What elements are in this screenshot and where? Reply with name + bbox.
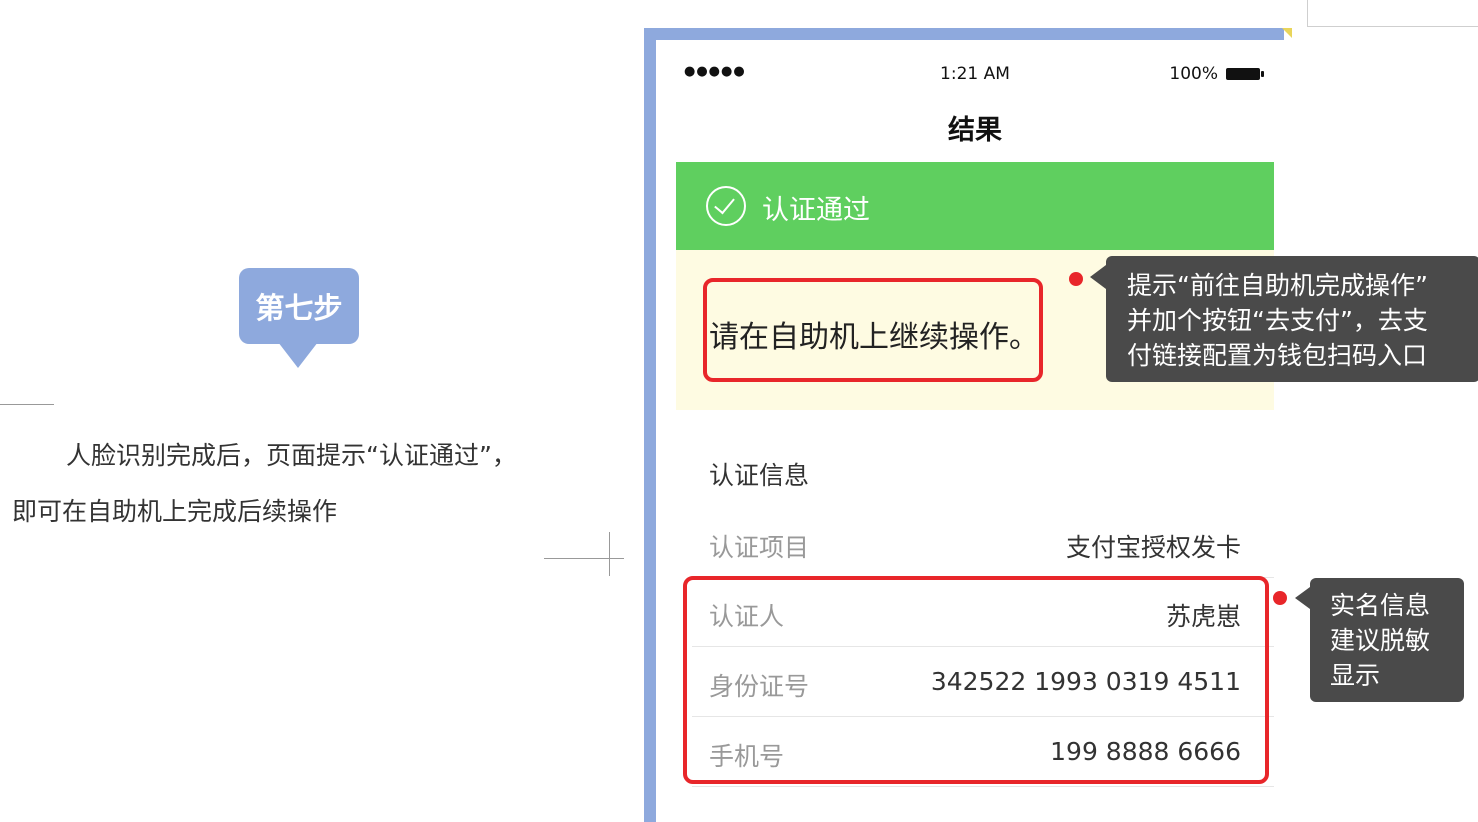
callout-text-line: 实名信息 <box>1330 591 1431 620</box>
highlight-box-notice <box>703 278 1043 382</box>
success-banner: 认证通过 <box>676 162 1274 250</box>
margin-rule <box>0 404 54 405</box>
step-badge: 第七步 <box>239 268 359 344</box>
callout-text-line: 并加个按钮“去支付”，去支 <box>1127 306 1428 335</box>
callout-text-line: 提示“前往自助机完成操作” <box>1127 271 1428 300</box>
comment-marker-identity[interactable] <box>1273 591 1287 605</box>
crop-mark-horizontal <box>544 558 624 559</box>
check-circle-icon <box>706 186 746 226</box>
status-bar: ●●●●● 1:21 AM 100% <box>676 62 1274 90</box>
row-divider <box>692 786 1274 787</box>
battery-icon <box>1226 68 1264 80</box>
page-title: 结果 <box>948 115 1002 146</box>
comment-marker-notice[interactable] <box>1069 272 1083 286</box>
info-row-auth-item: 认证项目 支付宝授权发卡 <box>676 508 1274 578</box>
callout-text-line: 显示 <box>1330 661 1381 690</box>
phone-frame-top <box>644 28 1284 40</box>
callout-text-line: 建议脱敏 <box>1330 626 1431 655</box>
callout-pointer-notice <box>1090 265 1106 289</box>
callout-identity-comment: 实名信息 建议脱敏 显示 <box>1310 578 1464 702</box>
row-value: 支付宝授权发卡 <box>1065 533 1241 562</box>
callout-notice-comment: 提示“前往自助机完成操作” 并加个按钮“去支付”，去支 付链接配置为钱包扫码入口 <box>1106 256 1478 382</box>
battery-percent: 100% <box>1169 64 1218 84</box>
section-title: 认证信息 <box>709 461 810 490</box>
callout-pointer-identity <box>1295 587 1310 609</box>
highlight-box-identity <box>683 576 1269 784</box>
success-text: 认证通过 <box>762 195 870 226</box>
phone-frame-corner <box>1282 28 1292 38</box>
description-line-2: 即可在自助机上完成后续操作 <box>12 497 338 526</box>
crop-mark-vertical <box>609 532 610 576</box>
step-badge-pointer <box>278 342 318 368</box>
description-line-1: 人脸识别完成后，页面提示“认证通过”， <box>66 441 517 470</box>
phone-frame-left <box>644 28 656 822</box>
row-label: 认证项目 <box>709 533 810 562</box>
callout-text-line: 付链接配置为钱包扫码入口 <box>1127 341 1428 370</box>
page-corner-box <box>1307 0 1478 27</box>
